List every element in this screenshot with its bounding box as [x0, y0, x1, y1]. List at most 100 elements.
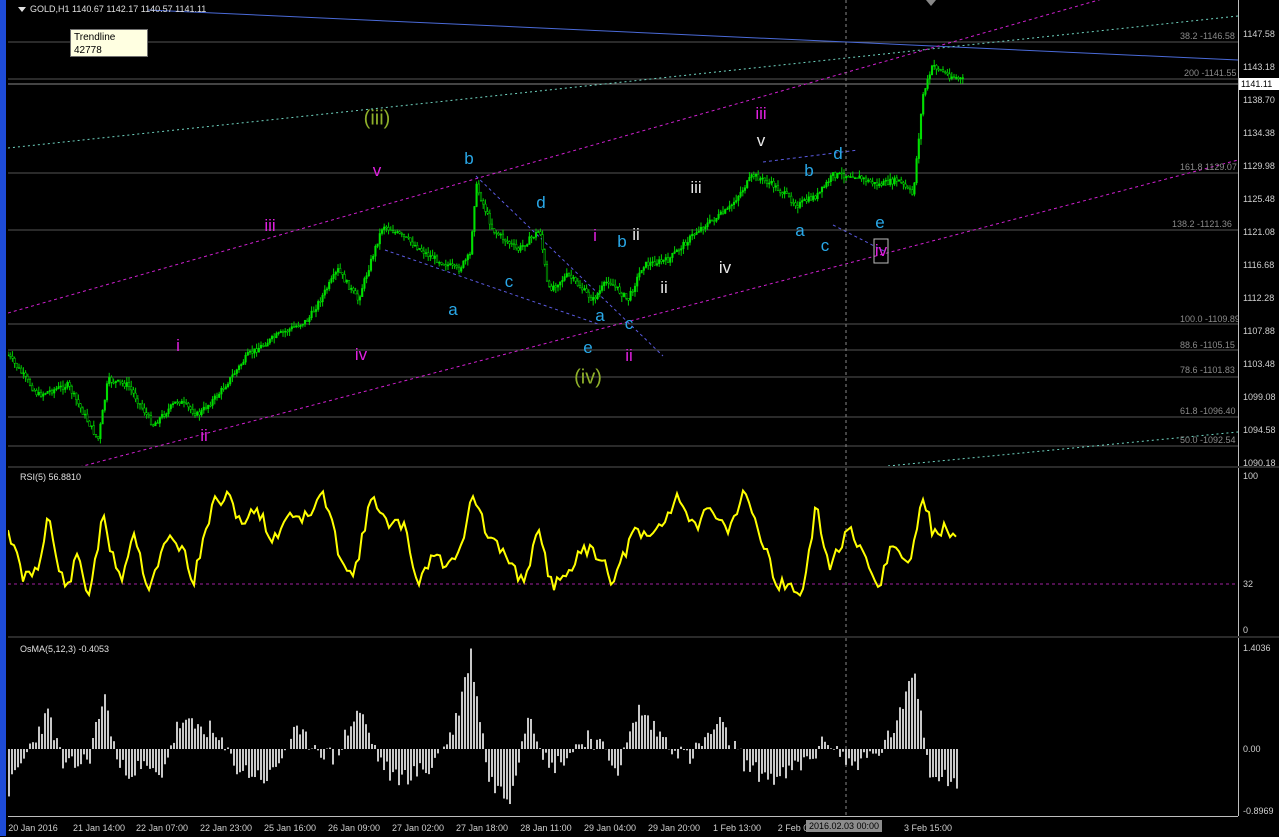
osma-bar [917, 699, 919, 749]
candle-body [942, 70, 944, 72]
candle-body [504, 239, 506, 241]
osma-bar [638, 705, 640, 749]
candle-body [788, 193, 790, 196]
candle-body [117, 380, 119, 381]
candle-body [698, 231, 700, 232]
candle-body [51, 391, 53, 394]
candle-body [192, 409, 194, 413]
candle-body [515, 244, 517, 248]
osma-bar [98, 719, 100, 749]
price-axis[interactable]: 1147.58 1143.18 1138.70 1134.38 1129.98 … [1238, 0, 1279, 466]
wave-label[interactable]: e [875, 213, 884, 233]
candle-body [306, 320, 308, 322]
candle-body [361, 288, 363, 296]
candle-body [861, 176, 863, 179]
candle-body [586, 289, 588, 293]
wave-label[interactable]: i [176, 336, 180, 356]
current-price-marker: 1141.11 [1239, 78, 1279, 90]
wave-label[interactable]: e [583, 338, 592, 358]
wave-label[interactable]: c [625, 314, 634, 334]
candle-body [185, 402, 187, 403]
candle-body [23, 373, 25, 374]
osma-panel[interactable]: OsMA(5,12,3) -0.4053 [8, 638, 1238, 816]
osma-bar [281, 749, 283, 758]
osma-bar [467, 673, 469, 749]
candle-body [773, 181, 775, 187]
osma-bar [206, 737, 208, 749]
wave-label[interactable]: ii [632, 225, 640, 245]
osma-bar [914, 674, 916, 749]
wave-label[interactable]: a [795, 221, 804, 241]
candle-body [557, 285, 559, 287]
osma-bar [80, 749, 82, 764]
time-axis[interactable]: 20 Jan 2016 21 Jan 14:00 22 Jan 07:00 22… [8, 816, 1238, 837]
wave-label[interactable]: ii [625, 346, 633, 366]
wave-label[interactable]: iii [755, 104, 766, 124]
wave-label[interactable]: iii [264, 216, 275, 236]
wave-label[interactable]: v [373, 161, 382, 181]
candle-body [841, 173, 843, 174]
wave-label[interactable]: c [821, 236, 830, 256]
wave-label[interactable]: c [505, 272, 514, 292]
osma-bar [338, 749, 340, 755]
fib-label: 61.8 -1096.40 [1180, 406, 1236, 416]
candle-body [243, 362, 245, 364]
candle-body [172, 404, 174, 405]
price-tick-label: 1143.18 [1243, 62, 1275, 72]
candle-body [441, 262, 443, 264]
osma-bar [356, 711, 358, 749]
osma-bar [593, 749, 595, 750]
candle-body [267, 343, 269, 346]
candle-body [639, 273, 641, 277]
osma-bar [431, 749, 433, 768]
candle-body [933, 65, 935, 66]
wave-label[interactable]: ii [660, 278, 668, 298]
osma-bar [557, 749, 559, 756]
osma-bar [74, 749, 76, 768]
candle-body [757, 174, 759, 180]
osma-bar [83, 749, 85, 754]
candle-body [280, 331, 282, 332]
wave-label[interactable]: iv [355, 345, 367, 365]
wave-label[interactable]: (iii) [364, 108, 391, 131]
wave-label[interactable]: iv [875, 241, 887, 261]
candle-body [850, 177, 852, 178]
osma-bar [176, 722, 178, 749]
osma-bar [515, 749, 517, 776]
candle-body [749, 177, 751, 180]
candle-body [786, 191, 788, 193]
wave-label[interactable]: b [464, 149, 473, 169]
price-tick-label: 1112.28 [1243, 293, 1274, 303]
wave-label[interactable]: iii [690, 178, 701, 198]
wave-label[interactable]: (iv) [574, 367, 602, 390]
osma-bar [488, 749, 490, 782]
symbol-title[interactable]: GOLD,H1 1140.67 1142.17 1140.57 1141.11 [18, 4, 206, 14]
wave-label[interactable]: a [448, 300, 457, 320]
price-chart-panel[interactable]: GOLD,H1 1140.67 1142.17 1140.57 1141.11 … [8, 0, 1238, 466]
price-tick-label: 1107.88 [1243, 326, 1275, 336]
wave-label[interactable]: d [536, 193, 545, 213]
candle-body [727, 209, 729, 210]
wave-label[interactable]: b [804, 161, 813, 181]
fib-label: 88.6 -1105.15 [1180, 340, 1235, 350]
wave-label[interactable]: iv [719, 258, 731, 278]
candle-body [872, 182, 874, 184]
wave-label[interactable]: a [595, 306, 604, 326]
dropdown-triangle-icon[interactable] [18, 7, 26, 12]
wave-label[interactable]: i [593, 226, 597, 246]
wave-label[interactable]: ii [200, 426, 208, 446]
candle-body [793, 202, 795, 203]
candle-body [414, 245, 416, 246]
candle-body [960, 78, 962, 79]
candle-body [588, 292, 590, 297]
wave-label[interactable]: v [757, 131, 766, 151]
wave-label[interactable]: d [833, 144, 842, 164]
candle-body [254, 349, 256, 353]
wave-label[interactable]: b [617, 232, 626, 252]
candle-body [86, 414, 88, 421]
candle-body [553, 286, 555, 291]
candle-body [643, 267, 645, 270]
rsi-panel[interactable]: RSI(5) 56.8810 [8, 468, 1238, 636]
candle-body [766, 181, 768, 184]
candle-body [713, 221, 715, 222]
